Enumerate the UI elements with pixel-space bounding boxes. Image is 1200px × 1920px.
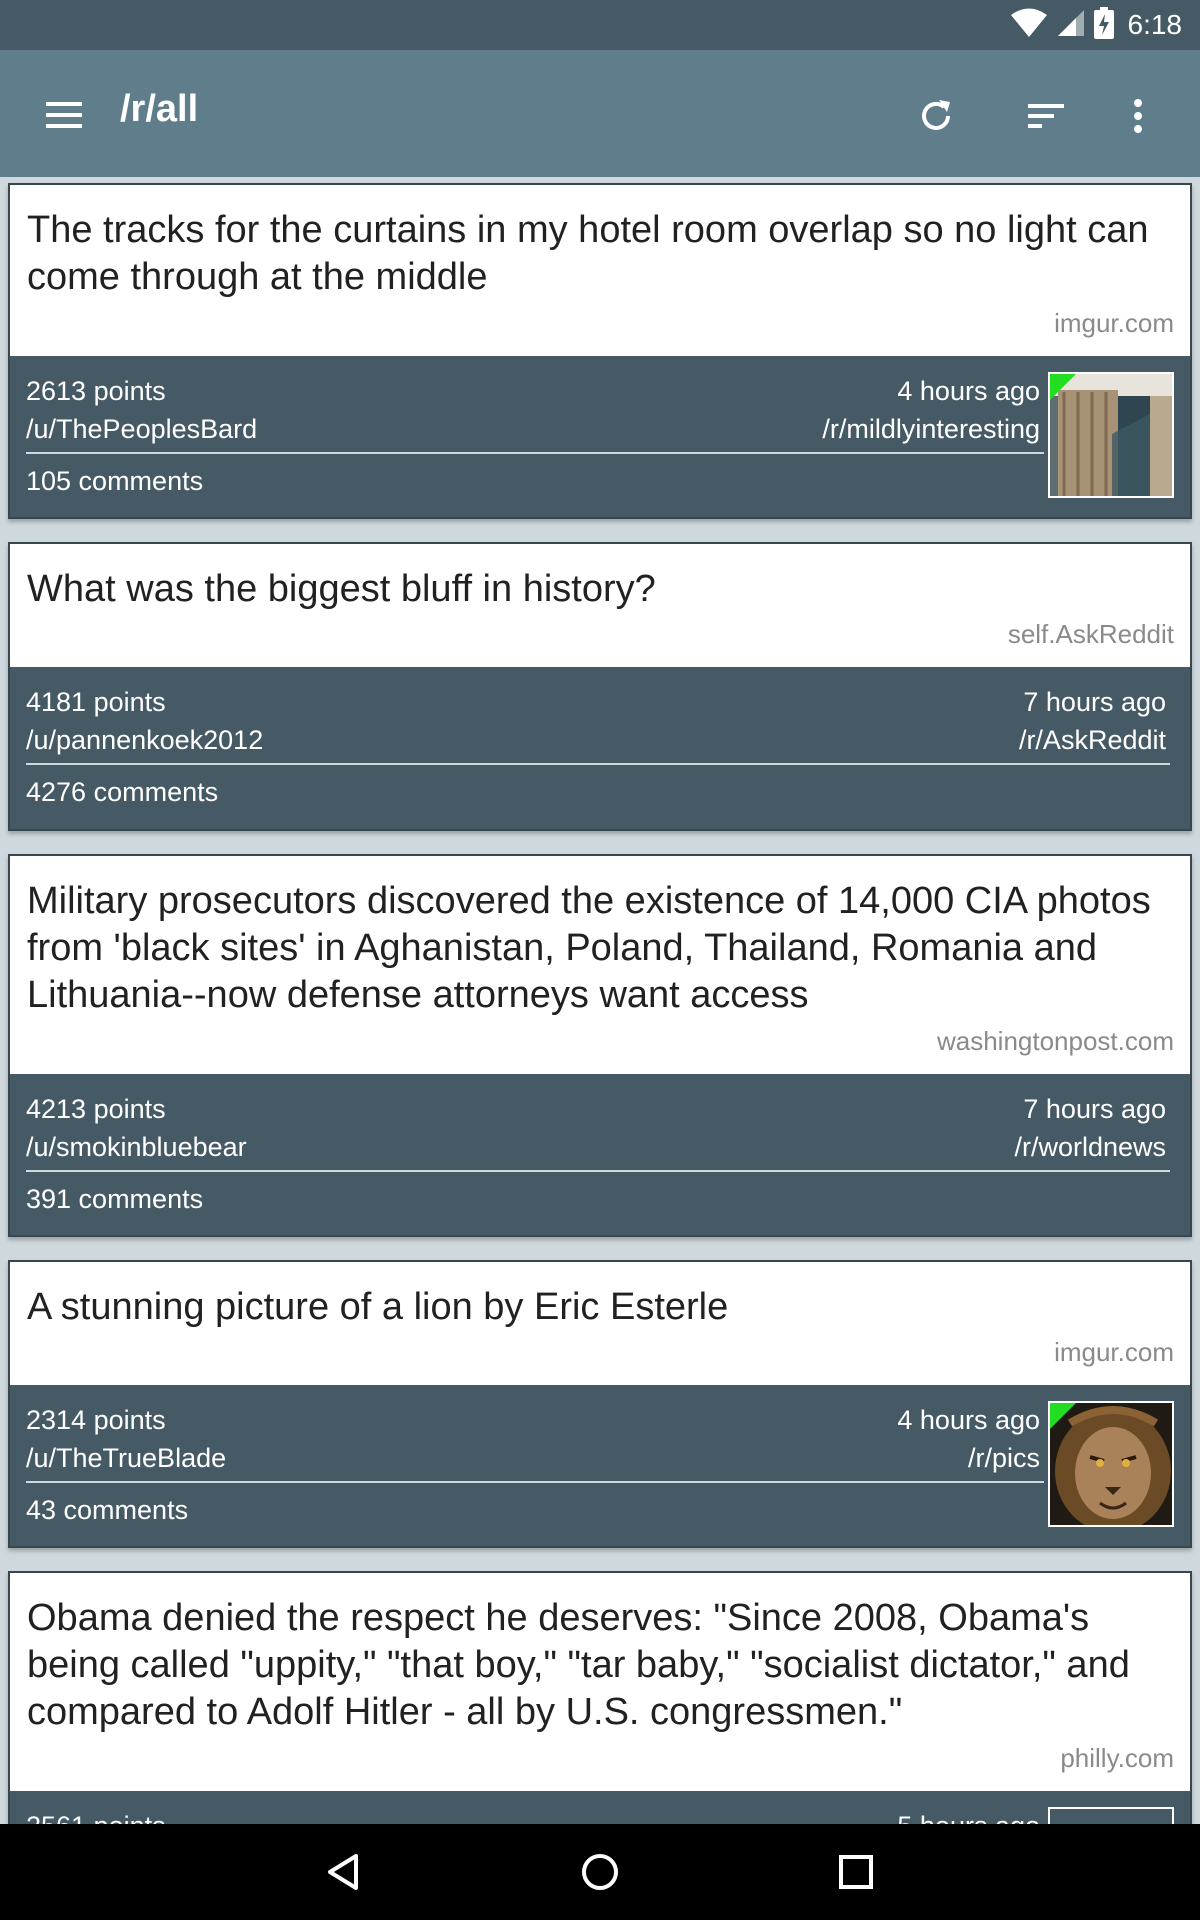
post-subreddit[interactable]: /r/worldnews [1014, 1132, 1166, 1163]
post-author[interactable]: /u/smokinbluebear [26, 1132, 247, 1163]
post-title[interactable]: The tracks for the curtains in my hotel … [10, 185, 1190, 301]
post-comments[interactable]: 105 comments [26, 466, 203, 497]
divider [26, 763, 1170, 765]
post-points: 4213 points [26, 1094, 166, 1124]
post-meta: 2314 points /u/TheTrueBlade 4 hours ago … [10, 1385, 1190, 1546]
post-age: 4 hours ago [897, 376, 1040, 406]
post-author[interactable]: /u/TheTrueBlade [26, 1443, 226, 1474]
divider [26, 452, 1044, 454]
post-card[interactable]: A stunning picture of a lion by Eric Est… [8, 1260, 1192, 1548]
post-title[interactable]: Military prosecutors discovered the exis… [10, 856, 1190, 1019]
post-thumbnail[interactable] [1048, 1807, 1174, 1824]
post-domain: washingtonpost.com [936, 1026, 1174, 1056]
menu-icon[interactable] [36, 90, 92, 140]
post-author[interactable]: /u/ThePeoplesBard [26, 414, 257, 445]
post-domain: imgur.com [1054, 308, 1174, 338]
post-card[interactable]: Obama denied the respect he deserves: "S… [8, 1571, 1192, 1824]
page-title: /r/all [120, 88, 199, 130]
divider [26, 1170, 1170, 1172]
post-title[interactable]: Obama denied the respect he deserves: "S… [10, 1573, 1190, 1736]
status-time: 6:18 [1127, 9, 1183, 40]
post-subreddit[interactable]: /r/mildlyinteresting [822, 414, 1040, 445]
post-meta: 2613 points /u/ThePeoplesBard 4 hours ag… [10, 356, 1190, 517]
new-flag [1050, 374, 1076, 400]
post-title[interactable]: A stunning picture of a lion by Eric Est… [10, 1262, 1190, 1331]
recents-icon[interactable] [826, 1844, 886, 1900]
status-bar: 6:18 [0, 0, 1200, 50]
post-card[interactable]: What was the biggest bluff in history? s… [8, 542, 1192, 831]
battery-charging-icon [1093, 6, 1114, 44]
post-age: 7 hours ago [1023, 687, 1166, 717]
post-comments[interactable]: 391 comments [26, 1184, 203, 1215]
post-age: 5 hours ago [897, 1811, 1040, 1824]
post-points: 2561 points [26, 1811, 166, 1824]
more-vert-icon[interactable] [1110, 88, 1166, 144]
post-age: 4 hours ago [897, 1405, 1040, 1435]
post-feed[interactable]: The tracks for the curtains in my hotel … [0, 177, 1200, 1824]
post-comments[interactable]: 4276 comments [26, 777, 218, 808]
post-comments[interactable]: 43 comments [26, 1495, 188, 1526]
refresh-icon[interactable] [908, 88, 964, 144]
app-toolbar: /r/all [0, 50, 1200, 177]
post-points: 2613 points [26, 376, 166, 406]
back-icon[interactable] [314, 1844, 374, 1900]
post-card[interactable]: Military prosecutors discovered the exis… [8, 854, 1192, 1237]
post-age: 7 hours ago [1023, 1094, 1166, 1124]
post-points: 4181 points [26, 687, 166, 717]
sort-icon[interactable] [1018, 88, 1074, 144]
cell-signal-icon [1056, 8, 1086, 43]
post-domain: imgur.com [1054, 1337, 1174, 1367]
post-title[interactable]: What was the biggest bluff in history? [10, 544, 1190, 613]
new-flag [1050, 1403, 1076, 1429]
post-subreddit[interactable]: /r/pics [968, 1443, 1040, 1474]
post-subreddit[interactable]: /r/AskReddit [1019, 725, 1166, 756]
post-meta: 2561 points 5 hours ago [10, 1791, 1190, 1824]
system-nav-bar [0, 1824, 1200, 1920]
post-card[interactable]: The tracks for the curtains in my hotel … [8, 183, 1192, 519]
home-icon[interactable] [570, 1844, 630, 1900]
post-domain: self.AskReddit [1007, 619, 1174, 649]
post-meta: 4181 points /u/pannenkoek2012 7 hours ag… [10, 667, 1190, 829]
post-domain: philly.com [1060, 1743, 1174, 1773]
post-points: 2314 points [26, 1405, 166, 1435]
post-meta: 4213 points /u/smokinbluebear 7 hours ag… [10, 1074, 1190, 1235]
post-thumbnail[interactable] [1048, 1401, 1174, 1527]
post-author[interactable]: /u/pannenkoek2012 [26, 725, 263, 756]
divider [26, 1481, 1044, 1483]
post-thumbnail[interactable] [1048, 372, 1174, 498]
wifi-icon [1010, 8, 1048, 43]
